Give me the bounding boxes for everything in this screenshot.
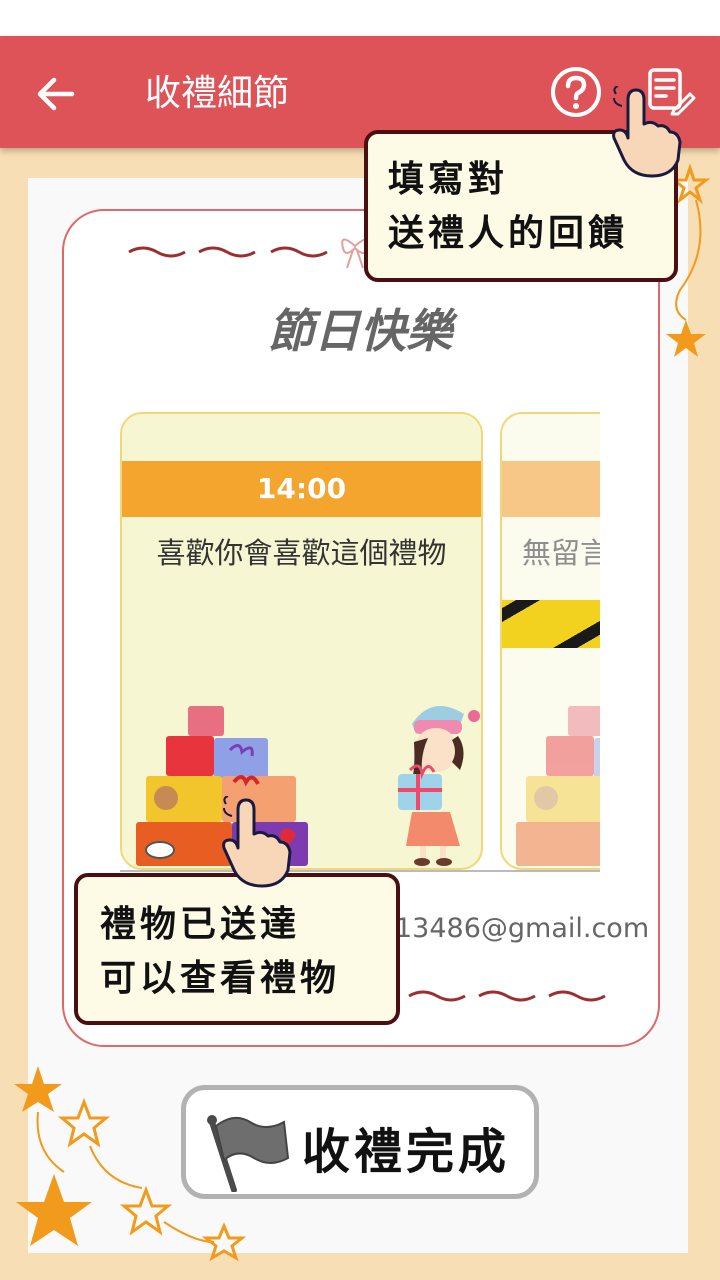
gift-boxes-illustration xyxy=(516,706,600,866)
sender-email: 13486@gmail.com xyxy=(395,913,650,944)
gift-time xyxy=(502,461,600,517)
carousel-divider xyxy=(120,870,600,872)
decorative-wave-top xyxy=(128,246,328,258)
greeting-title: 節日快樂 xyxy=(268,304,452,358)
help-button[interactable] xyxy=(548,64,604,120)
back-button[interactable] xyxy=(28,66,84,122)
receive-complete-label: 收禮完成 xyxy=(302,1124,511,1180)
girl-with-gift-illustration xyxy=(398,706,480,866)
gift-message: 無留言 xyxy=(522,536,600,570)
tip-line: 禮物已送達 xyxy=(100,903,301,945)
tip-line: 可以查看禮物 xyxy=(100,957,341,999)
caution-tape xyxy=(502,600,600,648)
gift-card[interactable]: 14:00 喜歡你會喜歡這個禮物 xyxy=(120,412,483,870)
tip-gift-arrived: 禮物已送達 可以查看禮物 xyxy=(74,873,400,1025)
receive-complete-button[interactable]: 收禮完成 xyxy=(181,1085,539,1199)
tip-line: 送禮人的回饋 xyxy=(388,212,629,254)
gift-message: 喜歡你會喜歡這個禮物 xyxy=(156,536,447,570)
arrow-left-icon xyxy=(37,77,75,111)
flag-icon xyxy=(207,1115,290,1192)
help-circle-icon xyxy=(551,67,601,117)
decorative-wave-bottom xyxy=(408,990,606,1002)
gift-carousel[interactable]: 14:00 喜歡你會喜歡這個禮物 無留 xyxy=(120,412,600,874)
pointing-hand-icon xyxy=(612,86,682,178)
pointing-hand-icon xyxy=(222,796,292,888)
status-bar xyxy=(0,0,720,36)
page-title: 收禮細節 xyxy=(145,73,290,114)
gift-time: 14:00 xyxy=(122,461,481,517)
gift-card[interactable]: 無留言 xyxy=(500,412,600,870)
